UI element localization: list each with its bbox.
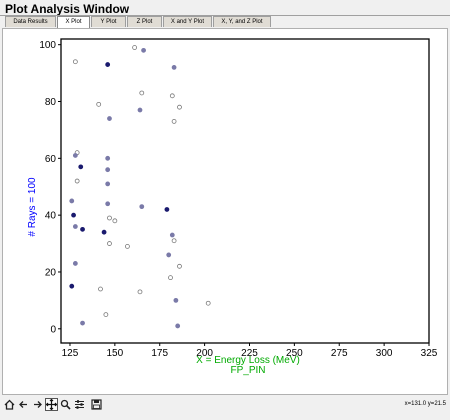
zoom-icon[interactable] [59,398,72,411]
forward-arrow-icon[interactable] [31,398,44,411]
data-point [137,289,143,295]
home-icon[interactable] [3,398,16,411]
data-point [177,263,182,269]
y-tick-label: 20 [45,267,57,278]
tab-data-results[interactable]: Data Results [5,16,56,27]
data-point [175,323,181,329]
tab-bar: Data Results X Plot Y Plot Z Plot X and … [5,16,272,28]
data-point [78,164,84,170]
tab-x-plot[interactable]: X Plot [57,16,90,28]
data-point [72,59,78,65]
data-point [166,252,172,258]
data-point [171,65,177,70]
plot-panel: 125 150 175 200 225 250 275 300 325 0 20 40 60 80 100 … [2,28,448,395]
x-tick-label: 175 [151,348,168,359]
data-point [105,155,111,161]
plot-toolbar [3,396,104,412]
data-point [171,118,177,124]
data-point [205,300,211,306]
data-point [96,101,102,107]
data-point [139,90,145,96]
data-point [72,261,78,266]
data-point [74,178,80,184]
data-point [173,297,179,303]
data-point [107,241,112,246]
tab-x-and-y-plot[interactable]: X and Y Plot [163,16,212,27]
window-title: Plot Analysis Window [5,2,130,16]
data-point [72,224,78,229]
plot-frame [60,38,430,344]
data-point [71,212,76,218]
plot-analysis-window: Plot Analysis Window Data Results X Plot… [0,0,450,420]
plot-axes: 125 150 175 200 225 250 275 300 325020406080100 [39,38,438,359]
x-tick-label: 275 [331,348,348,359]
data-point [125,244,130,249]
tab-x-y-z-plot[interactable]: X, Y, and Z Plot [213,16,271,27]
data-point [132,45,138,50]
x-tick-label: 300 [376,348,393,359]
data-point [98,286,103,292]
data-point [141,47,146,53]
data-point [103,312,109,317]
data-point [168,275,173,281]
y-tick-label: 100 [39,40,56,51]
data-point [107,215,112,221]
tab-z-plot[interactable]: Z Plot [127,16,162,27]
x-tick-label: 125 [62,348,79,359]
data-point [107,116,112,121]
y-tick-label: 60 [45,154,57,165]
data-point [72,153,78,158]
data-point [105,62,111,67]
data-point [137,107,143,113]
data-point [164,207,170,212]
y-tick-label: 40 [45,211,57,222]
data-point [105,201,111,207]
back-arrow-icon[interactable] [17,398,30,411]
y-tick-label: 80 [45,97,57,108]
data-point [69,198,75,204]
data-point [105,181,111,187]
data-point [69,283,75,289]
data-point [169,93,175,99]
tab-y-plot[interactable]: Y Plot [91,16,126,27]
save-icon[interactable] [90,398,103,411]
pan-icon[interactable] [45,397,58,411]
data-point [101,229,107,235]
data-point [80,320,85,326]
configure-subplots-icon[interactable] [73,398,86,411]
data-point [177,104,182,110]
x-tick-label: 150 [107,348,124,359]
data-point [80,226,85,232]
data-point [105,167,111,173]
scatter-chart[interactable]: 125 150 175 200 225 250 275 300 325020406080100 … [3,29,447,394]
x-tick-label: 325 [421,348,438,359]
y-tick-label: 0 [50,324,56,335]
cursor-coordinates: x=131.0 y=21.5 [404,401,446,407]
y-axis-label: # Rays = 100 [27,177,38,237]
data-point [139,204,145,210]
plot-subtitle: FP_PIN [230,365,265,376]
data-point [112,218,118,224]
data-point [169,232,175,238]
data-point [171,238,177,244]
